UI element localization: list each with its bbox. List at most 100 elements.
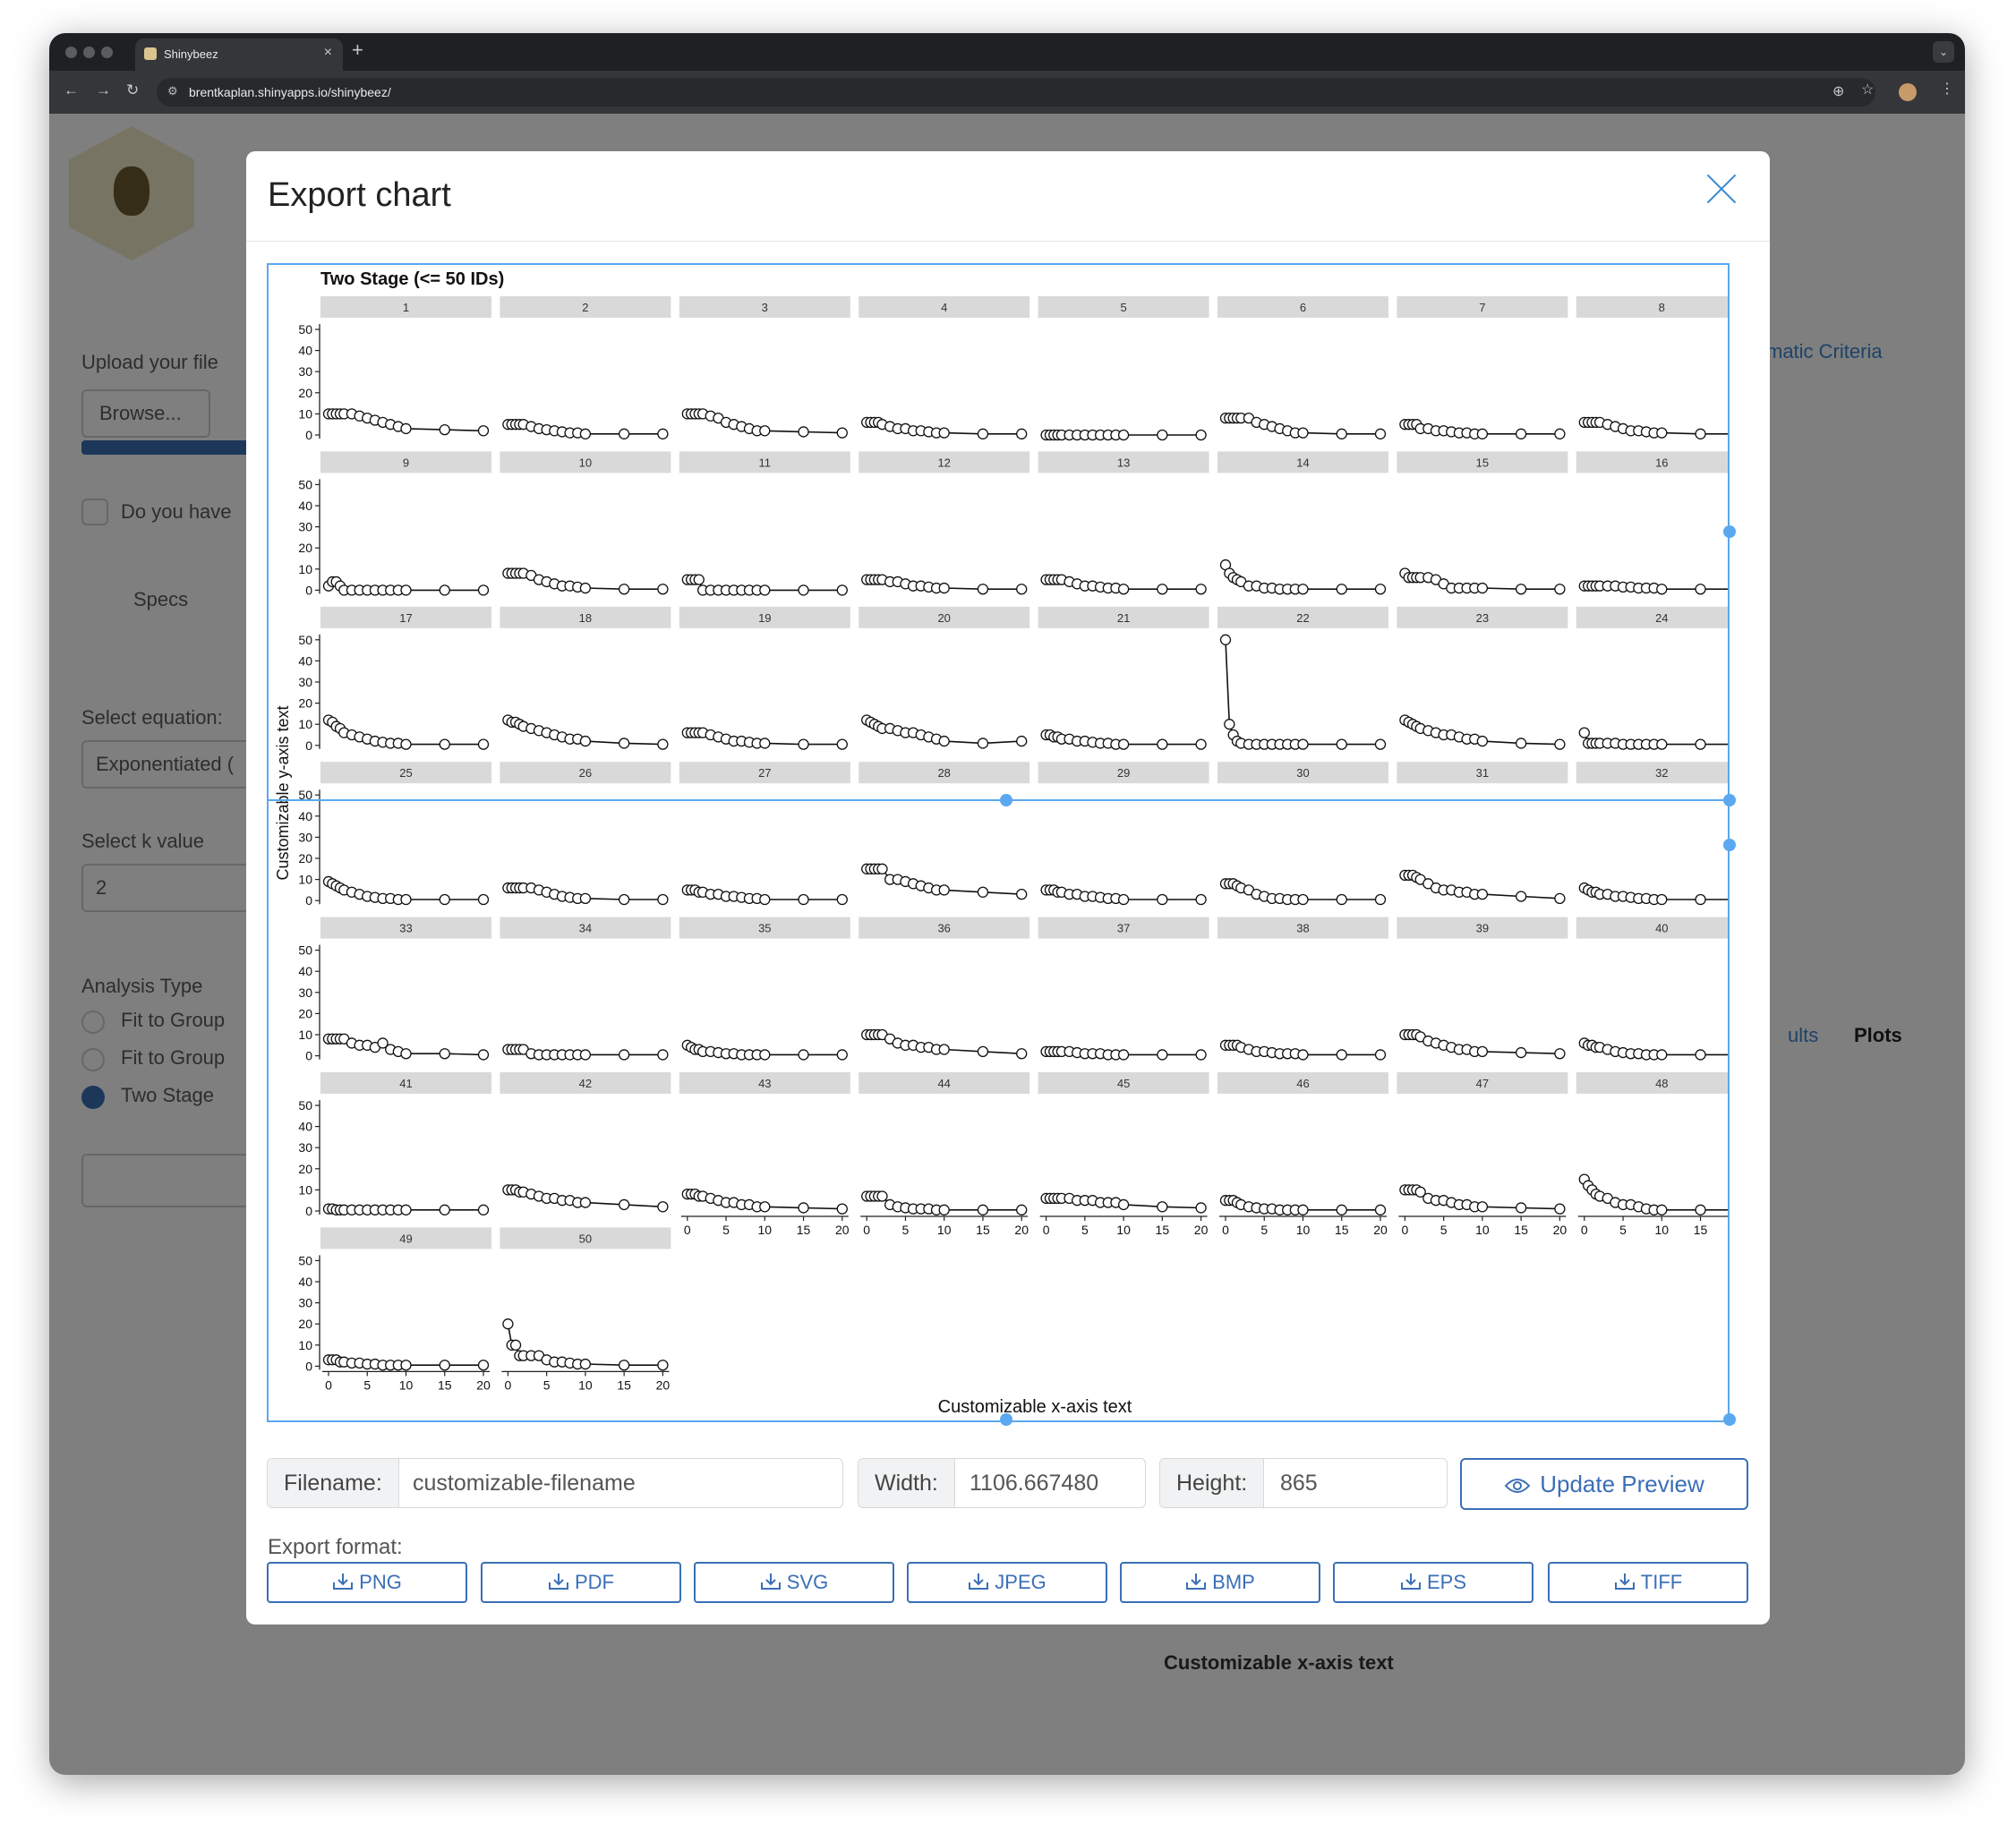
resize-handle[interactable] bbox=[1723, 525, 1736, 538]
forward-icon[interactable]: → bbox=[96, 81, 111, 99]
data-point bbox=[657, 1360, 669, 1371]
data-point bbox=[798, 1202, 809, 1214]
export-svg-button[interactable]: SVG bbox=[694, 1562, 894, 1603]
resize-handle[interactable] bbox=[1723, 1413, 1736, 1426]
url-field[interactable]: ⚙ brentkaplan.shinyapps.io/shinybeez/ bbox=[157, 78, 1875, 107]
x-tick-label: 20 bbox=[476, 1377, 491, 1392]
data-point bbox=[439, 1204, 450, 1215]
facet-label: 5 bbox=[1120, 301, 1126, 314]
width-input[interactable] bbox=[953, 1459, 1145, 1507]
close-tab-icon[interactable]: × bbox=[324, 45, 332, 61]
y-tick-label: 20 bbox=[298, 541, 312, 555]
data-point bbox=[759, 738, 771, 749]
site-info-icon[interactable]: ⚙ bbox=[167, 84, 178, 98]
data-point bbox=[1336, 738, 1347, 750]
resize-handle[interactable] bbox=[1723, 839, 1736, 851]
filename-input[interactable] bbox=[397, 1459, 842, 1507]
back-icon[interactable]: ← bbox=[64, 81, 79, 99]
y-tick-label: 20 bbox=[298, 1006, 312, 1020]
facet-label: 47 bbox=[1476, 1077, 1489, 1090]
facet-label: 40 bbox=[1655, 922, 1668, 935]
data-point bbox=[938, 1204, 950, 1215]
data-point bbox=[657, 584, 669, 595]
data-point bbox=[1656, 738, 1668, 750]
export-pdf-button[interactable]: PDF bbox=[481, 1562, 681, 1603]
resize-handle[interactable] bbox=[1000, 794, 1012, 806]
data-point bbox=[1695, 428, 1706, 439]
export-jpeg-button[interactable]: JPEG bbox=[907, 1562, 1107, 1603]
x-tick-label: 10 bbox=[937, 1223, 952, 1237]
data-point bbox=[1695, 893, 1706, 906]
y-tick-label: 40 bbox=[298, 653, 312, 668]
x-tick-label: 5 bbox=[363, 1377, 371, 1392]
reload-icon[interactable]: ↻ bbox=[126, 81, 139, 99]
export-eps-button[interactable]: EPS bbox=[1333, 1562, 1533, 1603]
height-label: Height: bbox=[1160, 1459, 1265, 1507]
chart-preview[interactable]: Two Stage (<= 50 IDs) Customizable y-axis… bbox=[267, 263, 1736, 1426]
profile-avatar[interactable] bbox=[1899, 83, 1917, 101]
y-axis-label: Customizable y-axis text bbox=[274, 705, 292, 880]
export-png-button[interactable]: PNG bbox=[267, 1562, 467, 1603]
browser-menu-icon[interactable]: ⋮ bbox=[1940, 80, 1954, 98]
data-point bbox=[1157, 1201, 1168, 1213]
resize-handle[interactable] bbox=[1000, 1413, 1012, 1426]
data-point bbox=[1656, 1204, 1668, 1215]
height-input[interactable] bbox=[1264, 1459, 1447, 1507]
x-tick-label: 15 bbox=[1694, 1223, 1708, 1237]
close-window-dot[interactable] bbox=[65, 47, 77, 58]
data-point bbox=[798, 426, 809, 438]
minimize-window-dot[interactable] bbox=[83, 47, 95, 58]
download-icon bbox=[969, 1573, 989, 1590]
facet-label: 22 bbox=[1296, 611, 1309, 625]
close-icon[interactable] bbox=[1705, 173, 1738, 205]
data-point bbox=[759, 1201, 771, 1213]
new-tab-icon[interactable]: + bbox=[352, 38, 363, 62]
data-point bbox=[579, 892, 592, 904]
update-preview-button[interactable]: Update Preview bbox=[1460, 1458, 1748, 1510]
data-point bbox=[400, 584, 412, 596]
x-tick-label: 10 bbox=[758, 1223, 773, 1237]
facet-label: 10 bbox=[579, 456, 592, 469]
data-point bbox=[657, 1049, 669, 1061]
y-tick-label: 10 bbox=[298, 406, 312, 421]
tab-search-icon[interactable]: ⌄ bbox=[1933, 41, 1954, 63]
data-point bbox=[1157, 893, 1168, 906]
zoom-icon[interactable]: ⊕ bbox=[1832, 82, 1844, 100]
facet-label: 1 bbox=[403, 301, 409, 314]
browser-tab[interactable]: Shinybeez × bbox=[135, 38, 343, 71]
data-point bbox=[1656, 893, 1668, 906]
data-point bbox=[836, 427, 848, 439]
facet-label: 30 bbox=[1296, 766, 1309, 780]
data-point bbox=[1297, 584, 1309, 595]
y-tick-label: 50 bbox=[298, 1098, 312, 1113]
data-point bbox=[1656, 584, 1668, 595]
bookmark-star-icon[interactable]: ☆ bbox=[1861, 81, 1874, 98]
facet-strip bbox=[1576, 762, 1728, 784]
data-point bbox=[579, 735, 592, 747]
facet-label: 21 bbox=[1117, 611, 1130, 625]
resize-handle[interactable] bbox=[1723, 794, 1736, 806]
export-bmp-button[interactable]: BMP bbox=[1120, 1562, 1320, 1603]
data-point bbox=[1157, 584, 1168, 595]
facet-label: 24 bbox=[1655, 611, 1668, 625]
chart-title: Two Stage (<= 50 IDs) bbox=[320, 269, 504, 289]
data-point bbox=[439, 738, 450, 750]
x-tick-label: 10 bbox=[399, 1377, 414, 1392]
facet-label: 3 bbox=[762, 301, 768, 314]
data-point bbox=[579, 1358, 592, 1370]
y-tick-label: 20 bbox=[298, 1162, 312, 1176]
data-point bbox=[439, 584, 450, 596]
maximize-window-dot[interactable] bbox=[101, 47, 113, 58]
facet-label: 32 bbox=[1655, 766, 1668, 780]
y-tick-label: 20 bbox=[298, 1317, 312, 1331]
data-point bbox=[977, 738, 989, 749]
y-tick-label: 0 bbox=[305, 1359, 312, 1373]
x-tick-label: 5 bbox=[722, 1223, 730, 1237]
data-point bbox=[1016, 428, 1028, 439]
y-tick-label: 50 bbox=[298, 322, 312, 337]
x-tick-label: 5 bbox=[1260, 1223, 1268, 1237]
download-icon bbox=[1186, 1573, 1207, 1590]
data-point bbox=[1224, 719, 1235, 730]
data-point bbox=[1476, 888, 1489, 900]
export-tiff-button[interactable]: TIFF bbox=[1548, 1562, 1748, 1603]
